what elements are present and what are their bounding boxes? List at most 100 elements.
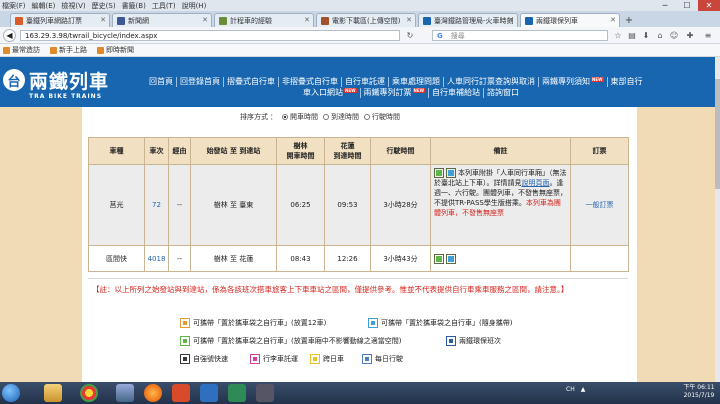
start-button-icon[interactable] (2, 384, 20, 402)
menu-item[interactable]: 說明(H) (182, 1, 207, 11)
browser-tab[interactable]: 臺鐵列車網路訂票 ✕ (10, 13, 110, 27)
tab-strip: 臺鐵列車網路訂票 ✕ 新聞網 ✕ 計程車的經驗 ✕ 電影下載區(上傳空間) ✕ 臺灣鐵路管理局-… (0, 11, 720, 27)
tab-close-icon[interactable]: ✕ (304, 16, 310, 24)
clock-date: 2015/7/19 (683, 392, 715, 399)
tab-favicon-icon (423, 16, 431, 25)
bookmark-item[interactable]: 即時新聞 (97, 45, 134, 55)
browser-tab[interactable]: 電影下載區(上傳空間) ✕ (316, 13, 416, 27)
tab-close-icon[interactable]: ✕ (202, 16, 208, 24)
file-explorer-icon[interactable] (44, 384, 62, 402)
menu-item[interactable]: 歷史(S) (92, 1, 116, 11)
minimize-icon[interactable]: ─ (654, 0, 676, 11)
firefox-icon[interactable] (144, 384, 162, 402)
back-arrow-icon[interactable]: ◀ (3, 29, 16, 42)
header-notes: 備註 (430, 137, 571, 165)
site-nav-item[interactable]: 兩鐵專列須知 NEW (539, 76, 608, 87)
browser-tab[interactable]: 新聞網 ✕ (112, 13, 212, 27)
tab-close-icon[interactable]: ✕ (508, 16, 514, 24)
logo-subtitle: TRA BIKE TRAINS (29, 93, 103, 100)
menu-item[interactable]: 工具(T) (152, 1, 176, 11)
media-player-icon[interactable] (116, 384, 134, 402)
site-nav-item[interactable]: 回首頁 (146, 77, 177, 87)
clock[interactable]: 下午 06:11 2015/7/19 (680, 384, 718, 400)
legend-item: 兩鐵環保班次 (446, 336, 501, 346)
bike-bag-reserved-icon (434, 253, 444, 264)
settings-icon[interactable]: ✚ (684, 30, 696, 41)
input-language[interactable]: CH (566, 386, 575, 393)
site-nav-item[interactable]: 非摺疊式自行車 (279, 77, 342, 87)
search-placeholder: 搜尋 (450, 31, 465, 40)
word-icon[interactable] (200, 384, 218, 402)
train-no[interactable]: 4018 (144, 245, 169, 272)
legend-item: 可攜帶「置於攜車袋之自行車」(隨身攜帶) (368, 318, 512, 328)
site-nav-item[interactable]: 回登錄首頁 (177, 77, 224, 87)
booking-cell (570, 245, 629, 272)
download-icon[interactable]: ⬇ (640, 30, 652, 41)
browser-tab[interactable]: 臺灣鐵路管理局-火車時刻 ✕ (418, 13, 518, 27)
bookmark-item[interactable]: 最常造訪 (3, 45, 40, 55)
bookmark-label: 即時新聞 (106, 46, 134, 54)
bookmark-item[interactable]: 新手上路 (50, 45, 87, 55)
scrollbar[interactable] (715, 57, 720, 382)
tab-close-icon[interactable]: ✕ (406, 16, 412, 24)
new-tab-button[interactable]: + (622, 14, 636, 27)
url-bar[interactable]: 163.29.3.98/twrail_bicycle/index.aspx (20, 30, 400, 41)
app-icon[interactable] (256, 384, 274, 402)
site-nav-item[interactable]: 人車同行訂票查詢與取消 (444, 77, 539, 87)
train-no-link[interactable]: 4018 (148, 255, 166, 263)
site-nav-item[interactable]: 自行車補給站 (429, 88, 484, 98)
booking-link[interactable]: 一般訂票 (586, 201, 614, 209)
site-nav-item[interactable]: 兩鐵專列訂票 NEW (361, 87, 429, 98)
sort-depart-radio[interactable] (282, 114, 288, 120)
tab-close-icon[interactable]: ✕ (100, 16, 106, 24)
header-booking: 訂票 (570, 137, 629, 165)
site-nav-item[interactable]: 車入口網站 NEW (300, 87, 361, 98)
tab-label: 兩鐵環保列車 (536, 16, 578, 25)
star-icon[interactable]: ☆ (612, 30, 624, 41)
home-icon[interactable]: ⌂ (654, 30, 666, 41)
excel-icon[interactable] (228, 384, 246, 402)
reload-icon[interactable]: ↻ (404, 30, 416, 41)
chrome-icon[interactable] (80, 384, 98, 402)
sort-arrive-radio[interactable] (323, 114, 329, 120)
url-text: 163.29.3.98/twrail_bicycle/index.aspx (25, 31, 158, 40)
site-logo[interactable]: 台 兩鐵列車 TRA BIKE TRAINS (3, 66, 123, 100)
powerpoint-icon[interactable] (172, 384, 190, 402)
menu-item[interactable]: 編輯(E) (32, 1, 56, 11)
site-nav-item[interactable]: 自行車託運 (342, 77, 389, 87)
menu-item[interactable]: 檔案(F) (2, 1, 26, 11)
train-no[interactable]: 72 (144, 164, 169, 246)
close-window-icon[interactable]: ✕ (698, 0, 720, 11)
browser-tab[interactable]: 計程車的經驗 ✕ (214, 13, 314, 27)
navigation-bar: ◀ 163.29.3.98/twrail_bicycle/index.aspx … (0, 27, 720, 44)
search-input[interactable]: G 搜尋 (432, 30, 608, 41)
table-row: 區間快 4018 -- 樹林 至 花蓮 08:43 12:26 3小時43分 (88, 245, 629, 272)
tab-favicon-icon (321, 16, 329, 25)
site-nav-item[interactable]: 諮詢窗口 (484, 88, 522, 98)
site-nav-item[interactable]: 東部自行 (608, 77, 646, 87)
scrollbar-thumb[interactable] (715, 79, 720, 189)
menu-item[interactable]: 檢視(V) (61, 1, 85, 11)
legend-label: 跨日車 (323, 355, 344, 363)
chat-icon[interactable]: ☺ (668, 30, 680, 41)
google-icon: G (437, 31, 443, 40)
legend-label: 兩鐵環保班次 (459, 337, 501, 345)
site-nav-item[interactable]: 乘車處理問題 (389, 77, 444, 87)
legend-label: 可攜帶「置於攜車袋之自行車」(隨身攜帶) (381, 319, 513, 327)
menu-icon[interactable]: ≡ (702, 30, 714, 41)
tab-close-icon[interactable]: ✕ (610, 16, 616, 24)
note-detail-link[interactable]: 說明頁面 (522, 179, 550, 187)
reading-list-icon[interactable]: ▤ (626, 30, 638, 41)
legend-swatch-icon (362, 354, 372, 364)
browser-tab[interactable]: 兩鐵環保列車 ✕ (520, 13, 620, 27)
notice-text: 【註：以上所列之始發站與到達站，係為各該班次搭車旅客上下車車站之區間，僅提供參考… (92, 285, 569, 294)
tray-expand-icon[interactable]: ▲ (581, 386, 586, 393)
site-nav-item[interactable]: 摺疊式自行車 (224, 77, 279, 87)
train-no-link[interactable]: 72 (152, 201, 161, 209)
train-type: 區間快 (88, 245, 145, 272)
site-nav-label: 人車同行訂票查詢與取消 (447, 77, 535, 86)
site-nav-label: 東部自行 (610, 77, 643, 86)
sort-duration-radio[interactable] (364, 114, 370, 120)
menu-item[interactable]: 書籤(B) (122, 1, 146, 11)
maximize-icon[interactable]: ☐ (676, 0, 698, 11)
